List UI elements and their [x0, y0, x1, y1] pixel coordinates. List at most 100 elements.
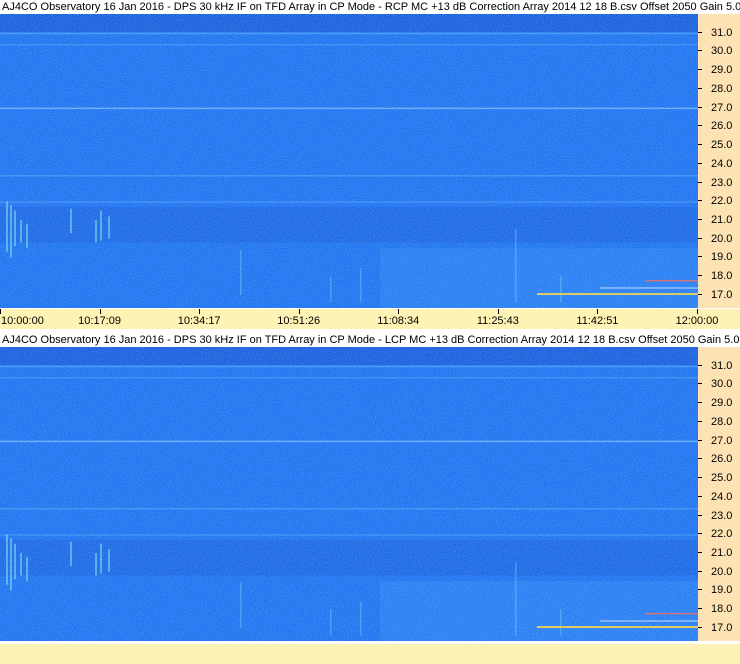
y-tick-mark — [698, 200, 702, 202]
y-tick-label: 23.0 — [698, 176, 740, 190]
y-tick-mark — [698, 125, 702, 127]
y-tick-mark — [698, 551, 702, 553]
y-tick-text: 19.0 — [711, 584, 733, 597]
x-tick-text: 10:51:26 — [277, 315, 321, 327]
y-tick-label: 26.0 — [698, 119, 740, 133]
y-tick-label: 25.0 — [698, 471, 740, 485]
y-tick-label: 21.0 — [698, 546, 740, 560]
y-tick-text: 30.0 — [711, 378, 733, 391]
y-tick-text: 28.0 — [711, 82, 733, 95]
y-tick-label: 23.0 — [698, 509, 740, 523]
y-tick-mark — [698, 608, 702, 610]
y-tick-label: 22.0 — [698, 527, 740, 541]
top-panel-title: AJ4CO Observatory 16 Jan 2016 - DPS 30 k… — [0, 0, 740, 14]
y-tick-mark — [698, 514, 702, 516]
y-tick-mark — [698, 293, 702, 295]
y-tick-text: 24.0 — [711, 490, 733, 503]
x-tick-mark — [497, 309, 499, 314]
y-tick-label: 28.0 — [698, 415, 740, 429]
x-tick-mark — [398, 309, 400, 314]
y-tick-label: 30.0 — [698, 377, 740, 391]
y-tick-text: 27.0 — [711, 101, 733, 114]
y-tick-mark — [698, 87, 702, 89]
y-tick-mark — [698, 495, 702, 497]
x-tick-text: 11:25:43 — [476, 315, 519, 327]
y-tick-mark — [698, 256, 702, 258]
bottom-time-axis-strip — [0, 644, 740, 664]
y-tick-label: 21.0 — [698, 213, 740, 227]
noise-texture — [0, 14, 698, 308]
y-tick-label: 20.0 — [698, 232, 740, 246]
y-tick-label: 17.0 — [698, 288, 740, 302]
y-tick-mark — [698, 218, 702, 220]
y-tick-text: 17.0 — [711, 288, 733, 301]
y-tick-label: 18.0 — [698, 602, 740, 616]
y-tick-text: 25.0 — [711, 139, 733, 152]
y-tick-mark — [698, 533, 702, 535]
x-tick-mark — [199, 309, 201, 314]
y-tick-label: 28.0 — [698, 82, 740, 96]
y-tick-mark — [698, 50, 702, 52]
x-tick-mark — [0, 309, 1, 314]
y-tick-label: 20.0 — [698, 565, 740, 579]
y-tick-text: 22.0 — [711, 528, 733, 541]
y-tick-text: 20.0 — [711, 232, 733, 245]
rcp-frequency-axis: 31.0 30.0 29.0 28.0 27.0 26.0 25.0 24.0 23.0 22.0… — [698, 14, 740, 308]
y-tick-mark — [698, 439, 702, 441]
rcp-spectrogram-svg — [0, 14, 698, 308]
y-tick-mark — [698, 402, 702, 404]
y-tick-text: 21.0 — [711, 546, 733, 559]
y-tick-text: 31.0 — [711, 26, 733, 39]
y-tick-label: 25.0 — [698, 138, 740, 152]
y-tick-text: 31.0 — [711, 359, 733, 372]
y-tick-label: 18.0 — [698, 269, 740, 283]
y-tick-text: 26.0 — [711, 453, 733, 466]
y-tick-label: 19.0 — [698, 250, 740, 264]
rcp-spectrogram — [0, 14, 698, 308]
lcp-spectrogram — [0, 347, 698, 641]
y-tick-mark — [698, 458, 702, 460]
y-tick-text: 29.0 — [711, 397, 733, 410]
y-tick-text: 23.0 — [711, 509, 733, 522]
y-tick-label: 29.0 — [698, 63, 740, 77]
y-tick-mark — [698, 69, 702, 71]
y-tick-mark — [698, 106, 702, 108]
y-tick-text: 18.0 — [711, 270, 733, 283]
y-tick-label: 27.0 — [698, 434, 740, 448]
y-tick-mark — [698, 420, 702, 422]
y-tick-label: 24.0 — [698, 490, 740, 504]
time-axis: 10:00:00 10:17:09 10:34:17 10:51:26 11:08:34… — [0, 309, 740, 329]
y-tick-mark — [698, 144, 702, 146]
y-tick-mark — [698, 477, 702, 479]
y-tick-label: 29.0 — [698, 396, 740, 410]
noise-texture — [0, 347, 698, 641]
y-tick-mark — [698, 31, 702, 33]
y-tick-label: 30.0 — [698, 44, 740, 58]
x-tick-text: 11:08:34 — [377, 315, 420, 327]
y-tick-label: 31.0 — [698, 26, 740, 40]
y-tick-text: 19.0 — [711, 251, 733, 264]
y-tick-text: 27.0 — [711, 434, 733, 447]
y-tick-mark — [698, 626, 702, 628]
x-tick-mark — [697, 309, 698, 314]
bottom-panel-title: AJ4CO Observatory 16 Jan 2016 - DPS 30 k… — [0, 333, 740, 347]
y-tick-text: 30.0 — [711, 45, 733, 58]
y-tick-mark — [698, 237, 702, 239]
x-tick-mark — [298, 309, 300, 314]
y-tick-mark — [698, 589, 702, 591]
y-tick-label: 26.0 — [698, 452, 740, 466]
y-tick-label: 27.0 — [698, 101, 740, 115]
y-tick-label: 31.0 — [698, 359, 740, 373]
y-tick-mark — [698, 383, 702, 385]
y-tick-text: 18.0 — [711, 603, 733, 616]
x-tick-text: 10:00:00 — [1, 315, 44, 327]
y-tick-text: 22.0 — [711, 195, 733, 208]
x-tick-text: 10:17:09 — [78, 315, 121, 327]
y-tick-text: 24.0 — [711, 157, 733, 170]
y-tick-mark — [698, 570, 702, 572]
x-tick-text: 11:42:51 — [576, 315, 619, 327]
y-tick-text: 25.0 — [711, 472, 733, 485]
lcp-frequency-axis: 31.0 30.0 29.0 28.0 27.0 26.0 25.0 24.0 23.0 22.0… — [698, 347, 740, 641]
lcp-spectrogram-svg — [0, 347, 698, 641]
x-tick-text: 10:34:17 — [177, 315, 221, 327]
